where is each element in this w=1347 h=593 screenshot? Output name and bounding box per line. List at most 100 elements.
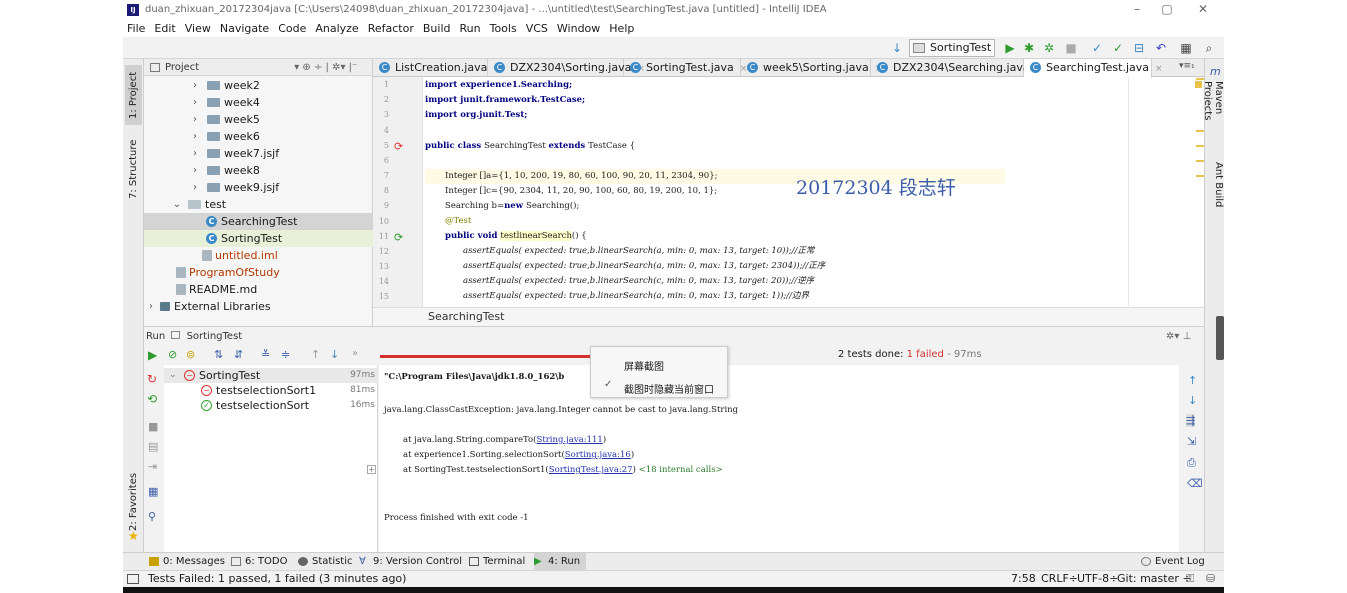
- show-ignored-icon[interactable]: ⊜: [186, 348, 195, 361]
- project-tree-item[interactable]: › week7.jsjf: [144, 145, 373, 162]
- breadcrumb[interactable]: SearchingTest: [373, 307, 1204, 326]
- project-tree-item[interactable]: › week2: [144, 77, 373, 94]
- inspection-status-icon[interactable]: [1195, 81, 1202, 88]
- project-tree-item[interactable]: › week9.jsjf: [144, 179, 373, 196]
- project-panel-title[interactable]: Project: [165, 62, 199, 73]
- lock-icon[interactable]: ⚿: [1186, 571, 1194, 587]
- tab-dzx2304-sorting[interactable]: C DZX2304\Sorting.java ×: [488, 59, 645, 77]
- project-tree-item[interactable]: README.md: [144, 281, 373, 298]
- chevron-right-icon[interactable]: ›: [190, 77, 200, 94]
- menu-refactor[interactable]: Refactor: [368, 22, 414, 35]
- menu-run[interactable]: Run: [460, 22, 481, 35]
- error-stripe-mark[interactable]: [1196, 130, 1204, 132]
- chevron-right-icon[interactable]: ›: [146, 298, 156, 315]
- tool-windows-icon[interactable]: [127, 574, 139, 584]
- favorites-tool-tab[interactable]: 2: Favorites: [125, 469, 142, 534]
- rerun-icon[interactable]: ▶: [148, 348, 157, 362]
- file-encoding[interactable]: UTF-8÷: [1077, 571, 1118, 587]
- chevron-down-icon[interactable]: ⌄: [169, 368, 177, 383]
- rerun-failed-icon[interactable]: ↻: [147, 372, 157, 386]
- export-icon[interactable]: ▦: [148, 485, 158, 498]
- clear-icon[interactable]: ⌫: [1187, 477, 1203, 490]
- chevron-down-icon[interactable]: ⌄: [172, 196, 182, 213]
- menu-file[interactable]: File: [127, 22, 145, 35]
- menu-item-screenshot[interactable]: 屏幕截图: [624, 358, 664, 373]
- more-icon[interactable]: »: [352, 348, 358, 359]
- stop-icon[interactable]: ■: [148, 420, 158, 433]
- project-structure-icon[interactable]: ▦: [1178, 40, 1194, 56]
- maximize-button[interactable]: ▢: [1149, 0, 1185, 19]
- stack-link[interactable]: SortingTest.java:27: [549, 465, 633, 475]
- scroll-end-icon[interactable]: ⇲: [1187, 435, 1196, 448]
- project-tree-item[interactable]: › External Libraries: [144, 298, 373, 315]
- menu-navigate[interactable]: Navigate: [220, 22, 269, 35]
- expand-icon[interactable]: +: [367, 465, 376, 474]
- next-failed-icon[interactable]: ↓: [330, 348, 339, 361]
- menu-analyze[interactable]: Analyze: [315, 22, 358, 35]
- dump-threads-icon[interactable]: ▤: [148, 440, 158, 453]
- soft-wrap-icon[interactable]: ⇶: [1186, 414, 1196, 427]
- error-stripe-mark[interactable]: [1196, 160, 1204, 162]
- menu-item-hide-window[interactable]: 截图时隐藏当前窗口: [624, 381, 714, 396]
- sort-duration-icon[interactable]: ⇵: [234, 348, 243, 361]
- vcs-update-icon[interactable]: ✓: [1089, 40, 1105, 56]
- vcs-commit-icon[interactable]: ✓: [1110, 40, 1126, 56]
- stack-link[interactable]: Sorting.java:16: [565, 450, 631, 460]
- console-output[interactable]: "C:\Program Files\Java\jdk1.8.0_162\b ja…: [367, 365, 1179, 553]
- project-tree-item[interactable]: ProgramOfStudy: [144, 264, 373, 281]
- error-stripe-mark[interactable]: [1196, 175, 1204, 177]
- tab-week5-sorting[interactable]: Cweek5\Sorting.java×: [741, 59, 882, 77]
- tab-dzx2304-searching[interactable]: CDZX2304\Searching.java×: [871, 59, 1043, 77]
- tab-searchingtest[interactable]: C SearchingTest.java ×: [1024, 59, 1163, 78]
- menu-view[interactable]: View: [185, 22, 211, 35]
- git-branch[interactable]: Git: master ÷: [1117, 571, 1192, 587]
- project-tree-item[interactable]: › week4: [144, 94, 373, 111]
- error-stripe-mark[interactable]: [1196, 145, 1204, 147]
- down-icon[interactable]: ↓: [1188, 394, 1197, 407]
- structure-tool-tab[interactable]: 7: Structure: [125, 134, 142, 204]
- run-settings-icon[interactable]: ✲▾ ⊥: [1166, 327, 1191, 347]
- coverage-icon[interactable]: ✲: [1041, 40, 1057, 56]
- menu-edit[interactable]: Edit: [154, 22, 175, 35]
- project-tree-item[interactable]: › week5: [144, 111, 373, 128]
- sort-icon[interactable]: ↓: [889, 40, 905, 56]
- test-row[interactable]: ✓ testselectionSort 16ms: [164, 398, 378, 413]
- panel-settings-icon[interactable]: ▾ ⊕ ÷ | ✲▾ |⁻: [294, 62, 357, 73]
- internal-calls[interactable]: <18 internal calls>: [639, 465, 723, 475]
- tab-terminal[interactable]: Terminal: [469, 553, 525, 570]
- tab-sortingtest[interactable]: C SortingTest.java ×: [624, 59, 747, 77]
- menu-build[interactable]: Build: [423, 22, 451, 35]
- event-log-button[interactable]: Event Log: [1141, 553, 1205, 570]
- chevron-right-icon[interactable]: ›: [190, 94, 200, 111]
- expand-all-icon[interactable]: ≚: [261, 348, 270, 361]
- chevron-right-icon[interactable]: ›: [190, 162, 200, 179]
- vcs-compare-icon[interactable]: ⊟: [1131, 40, 1147, 56]
- tab-messages[interactable]: 0: Messages: [149, 553, 225, 570]
- ant-tool-tab[interactable]: Ant Build: [1207, 162, 1224, 222]
- run-test-method-icon[interactable]: ⟳: [394, 231, 403, 244]
- project-tree-item[interactable]: › week8: [144, 162, 373, 179]
- error-stripe-mark[interactable]: [1196, 78, 1204, 80]
- project-tree-item[interactable]: C SortingTest: [144, 230, 373, 247]
- menu-window[interactable]: Window: [557, 22, 600, 35]
- print-icon[interactable]: ⎙: [1187, 456, 1196, 470]
- project-tree-item[interactable]: C SearchingTest: [144, 213, 373, 230]
- test-row[interactable]: − testselectionSort1 81ms: [164, 383, 378, 398]
- test-suite-row[interactable]: ⌄ − SortingTest 97ms: [164, 368, 378, 383]
- project-tree-item[interactable]: untitled.iml: [144, 247, 373, 264]
- hector-icon[interactable]: ⛁: [1206, 571, 1215, 587]
- close-icon[interactable]: ×: [1155, 64, 1163, 74]
- stack-link[interactable]: String.java:111: [537, 435, 603, 445]
- menu-help[interactable]: Help: [609, 22, 634, 35]
- menu-code[interactable]: Code: [278, 22, 306, 35]
- close-button[interactable]: ✕: [1185, 0, 1221, 19]
- show-passed-icon[interactable]: ⊘: [168, 348, 177, 361]
- tab-run[interactable]: ▶ 4: Run: [534, 553, 587, 570]
- pin-icon[interactable]: ⚲: [148, 510, 156, 523]
- maven-tool-tab[interactable]: Maven Projects: [1202, 81, 1224, 151]
- tab-statistic[interactable]: Statistic: [298, 553, 353, 570]
- search-icon[interactable]: ⌕: [1201, 40, 1217, 56]
- project-tool-tab[interactable]: 1: Project: [125, 65, 142, 125]
- tab-todo[interactable]: 6: TODO: [231, 553, 287, 570]
- chevron-right-icon[interactable]: ›: [190, 111, 200, 128]
